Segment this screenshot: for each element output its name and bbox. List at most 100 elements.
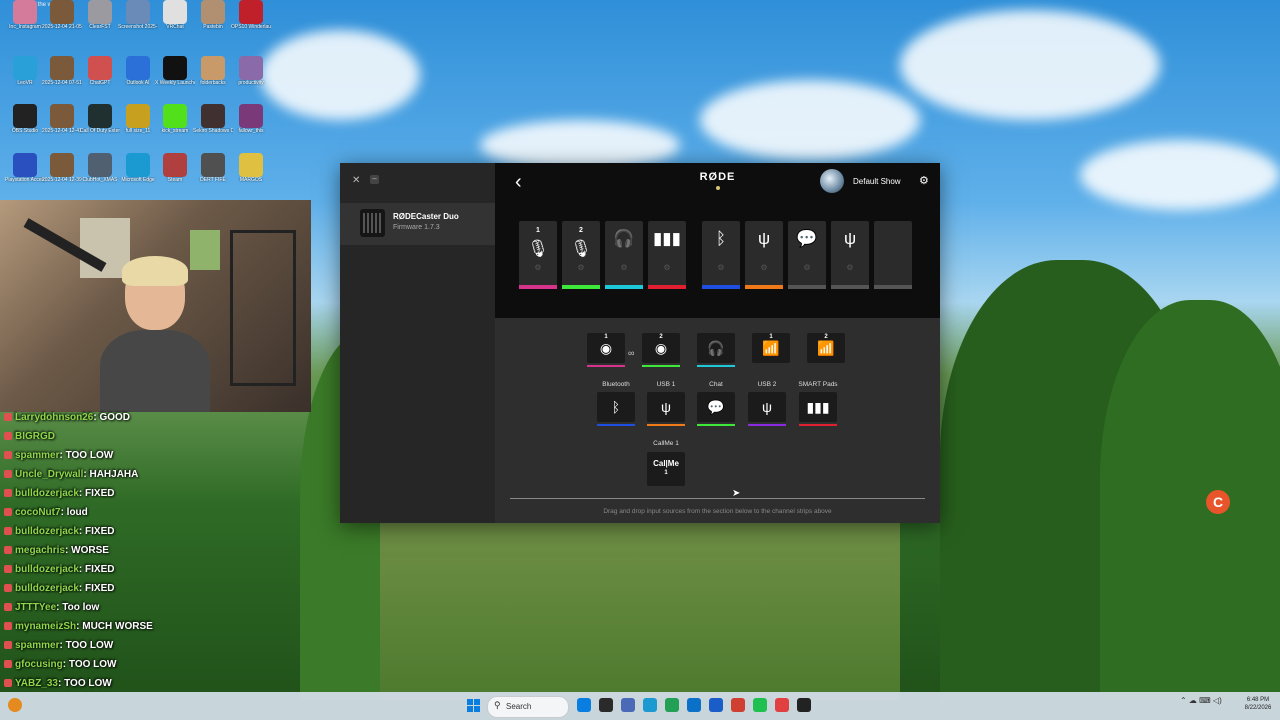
- chat-text: : loud: [60, 507, 88, 518]
- input-source-chip[interactable]: ψ: [748, 392, 786, 426]
- device-item-rodecaster-duo[interactable]: RØDECaster Duo Firmware 1.7.3: [340, 203, 495, 245]
- desktop-icon[interactable]: Microsoft Edge: [118, 153, 158, 183]
- desktop-icon[interactable]: ClubHot_XMAS: [80, 153, 120, 183]
- desktop-icon[interactable]: fallowr_this: [231, 104, 271, 134]
- taskbar-app-icon[interactable]: [753, 698, 767, 712]
- app-icon: [201, 56, 225, 80]
- settings-icon[interactable]: ⚙: [831, 263, 869, 272]
- gear-icon[interactable]: ⚙: [919, 174, 929, 187]
- start-button[interactable]: [467, 699, 480, 712]
- input-source-chip[interactable]: 💬: [697, 392, 735, 426]
- taskbar-clock[interactable]: 6:48 PM 8/22/2026: [1238, 696, 1278, 712]
- taskbar-app-icon[interactable]: [731, 698, 745, 712]
- desktop-icon[interactable]: LeoVR: [5, 56, 45, 86]
- desktop-icon[interactable]: Sekiro Shadows Die: [193, 104, 233, 134]
- desktop-icon[interactable]: Inc_Instagram: [5, 0, 45, 30]
- input-source-chip[interactable]: 1 ◉: [587, 333, 625, 367]
- desktop-icon-label: Sekiro Shadows Die: [193, 128, 233, 134]
- desktop-icon[interactable]: OBS Studio: [5, 104, 45, 134]
- weather-widget-icon[interactable]: [8, 698, 22, 712]
- taskbar-app-icon[interactable]: [709, 698, 723, 712]
- taskbar-app-icon[interactable]: [775, 698, 789, 712]
- desktop-icon[interactable]: ChatGPT: [80, 56, 120, 86]
- channel-strip[interactable]: 🎧 ⚙: [605, 221, 643, 289]
- channel-strip[interactable]: [874, 221, 912, 289]
- show-selector[interactable]: Default Show: [853, 177, 901, 186]
- device-thumbnail: [360, 209, 385, 237]
- input-source-chip[interactable]: 2 ◉: [642, 333, 680, 367]
- desktop-icon[interactable]: X Weekly Launcher: [155, 56, 195, 86]
- desktop-icon[interactable]: Outlook AI: [118, 56, 158, 86]
- settings-icon[interactable]: ⚙: [648, 263, 686, 272]
- channel-color-bar: [702, 285, 740, 289]
- desktop-icon[interactable]: VRChat: [155, 0, 195, 30]
- taskbar-app-icon[interactable]: [665, 698, 679, 712]
- desktop-icon[interactable]: Screenshot 2025-12-04: [118, 0, 158, 30]
- input-source-chip[interactable]: ▮▮▮: [799, 392, 837, 426]
- desktop-icon[interactable]: 2025-12-04 12-39-23: [42, 153, 82, 183]
- desktop-icon[interactable]: kick_stream: [155, 104, 195, 134]
- link-icon[interactable]: ∞: [628, 348, 634, 358]
- chat-message: mynameizSh: MUCH WORSE: [4, 621, 153, 632]
- desktop-icon[interactable]: full size_11: [118, 104, 158, 134]
- chat-username: bulldozerjack: [15, 583, 79, 594]
- input-source-chip[interactable]: ᛒ: [597, 392, 635, 426]
- taskbar-app-icon[interactable]: [577, 698, 591, 712]
- taskbar-app-icon[interactable]: [797, 698, 811, 712]
- channel-strip[interactable]: ψ ⚙: [831, 221, 869, 289]
- desktop-icon-label: folderbacks: [200, 80, 226, 86]
- channel-strip[interactable]: 1 🎙 ⚙: [519, 221, 557, 289]
- settings-icon[interactable]: ⚙: [605, 263, 643, 272]
- chat-username: spammer: [15, 450, 60, 461]
- chat-message: BIGRGD: [4, 431, 55, 442]
- desktop-icon[interactable]: productivity: [231, 56, 271, 86]
- show-avatar[interactable]: [820, 169, 844, 193]
- desktop-icon[interactable]: 2025-12-04 07-51-23: [42, 56, 82, 86]
- floating-app-icon[interactable]: C: [1206, 490, 1230, 514]
- channel-strip[interactable]: ᛒ ⚙: [702, 221, 740, 289]
- app-icon: [13, 104, 37, 128]
- settings-icon[interactable]: ⚙: [745, 263, 783, 272]
- settings-icon[interactable]: ⚙: [702, 263, 740, 272]
- chat-text: : FIXED: [78, 526, 115, 537]
- desktop-icon[interactable]: Pastebin: [193, 0, 233, 30]
- channel-strip[interactable]: ψ ⚙: [745, 221, 783, 289]
- input-source-chip[interactable]: 🎧: [697, 333, 735, 367]
- channel-strip[interactable]: 💬 ⚙: [788, 221, 826, 289]
- desktop-icon[interactable]: folderbacks: [193, 56, 233, 86]
- input-source-chip[interactable]: 2 📶: [807, 333, 845, 363]
- settings-icon[interactable]: ⚙: [788, 263, 826, 272]
- desktop-icon[interactable]: MARGOS: [231, 153, 271, 183]
- desktop-icon[interactable]: 2025-12-04 21-05-45: [42, 0, 82, 30]
- taskbar-app-icon[interactable]: [643, 698, 657, 712]
- channel-strip[interactable]: 2 🎙 ⚙: [562, 221, 600, 289]
- app-icon: [50, 56, 74, 80]
- settings-icon[interactable]: ⚙: [562, 263, 600, 272]
- app-icon: [126, 104, 150, 128]
- taskbar-app-icon[interactable]: [687, 698, 701, 712]
- desktop-icon[interactable]: DERT FIFE: [193, 153, 233, 183]
- desktop-icon[interactable]: Playstation Accessories: [5, 153, 45, 183]
- clock-time: 6:48 PM: [1246, 697, 1270, 703]
- minimize-button[interactable]: –: [370, 175, 379, 184]
- input-source-chip[interactable]: ψ: [647, 392, 685, 426]
- input-source-chip[interactable]: 1 📶: [752, 333, 790, 363]
- desktop-icon[interactable]: ClearFST: [80, 0, 120, 30]
- desktop-icon-label: Microsoft Edge: [121, 177, 155, 183]
- settings-icon[interactable]: ⚙: [519, 263, 557, 272]
- chat-message: bulldozerjack: FIXED: [4, 526, 114, 537]
- channel-strip[interactable]: ▮▮▮ ⚙: [648, 221, 686, 289]
- desktop-icon[interactable]: Steam: [155, 153, 195, 183]
- desktop-icon[interactable]: 2025-12-04 12-41-40: [42, 104, 82, 134]
- desktop-icon[interactable]: OPS10 Winderlaunch: [231, 0, 271, 30]
- taskbar-app-icon[interactable]: [599, 698, 613, 712]
- headset-mic-2-icon: ◉: [654, 340, 668, 356]
- taskbar-search[interactable]: ⚲ Search: [487, 696, 569, 718]
- close-icon[interactable]: ✕: [352, 175, 360, 186]
- system-tray[interactable]: ⌃ ☁ ⌨ ◁): [1180, 696, 1222, 705]
- desktop-icon[interactable]: Call Of Duty Extension 13: [80, 104, 120, 134]
- taskbar-app-icon[interactable]: [621, 698, 635, 712]
- chat-message: bulldozerjack: FIXED: [4, 583, 114, 594]
- desktop-icon-label: fallowr_this: [238, 128, 264, 134]
- callme-source-chip[interactable]: Cal|Me 1: [647, 452, 685, 486]
